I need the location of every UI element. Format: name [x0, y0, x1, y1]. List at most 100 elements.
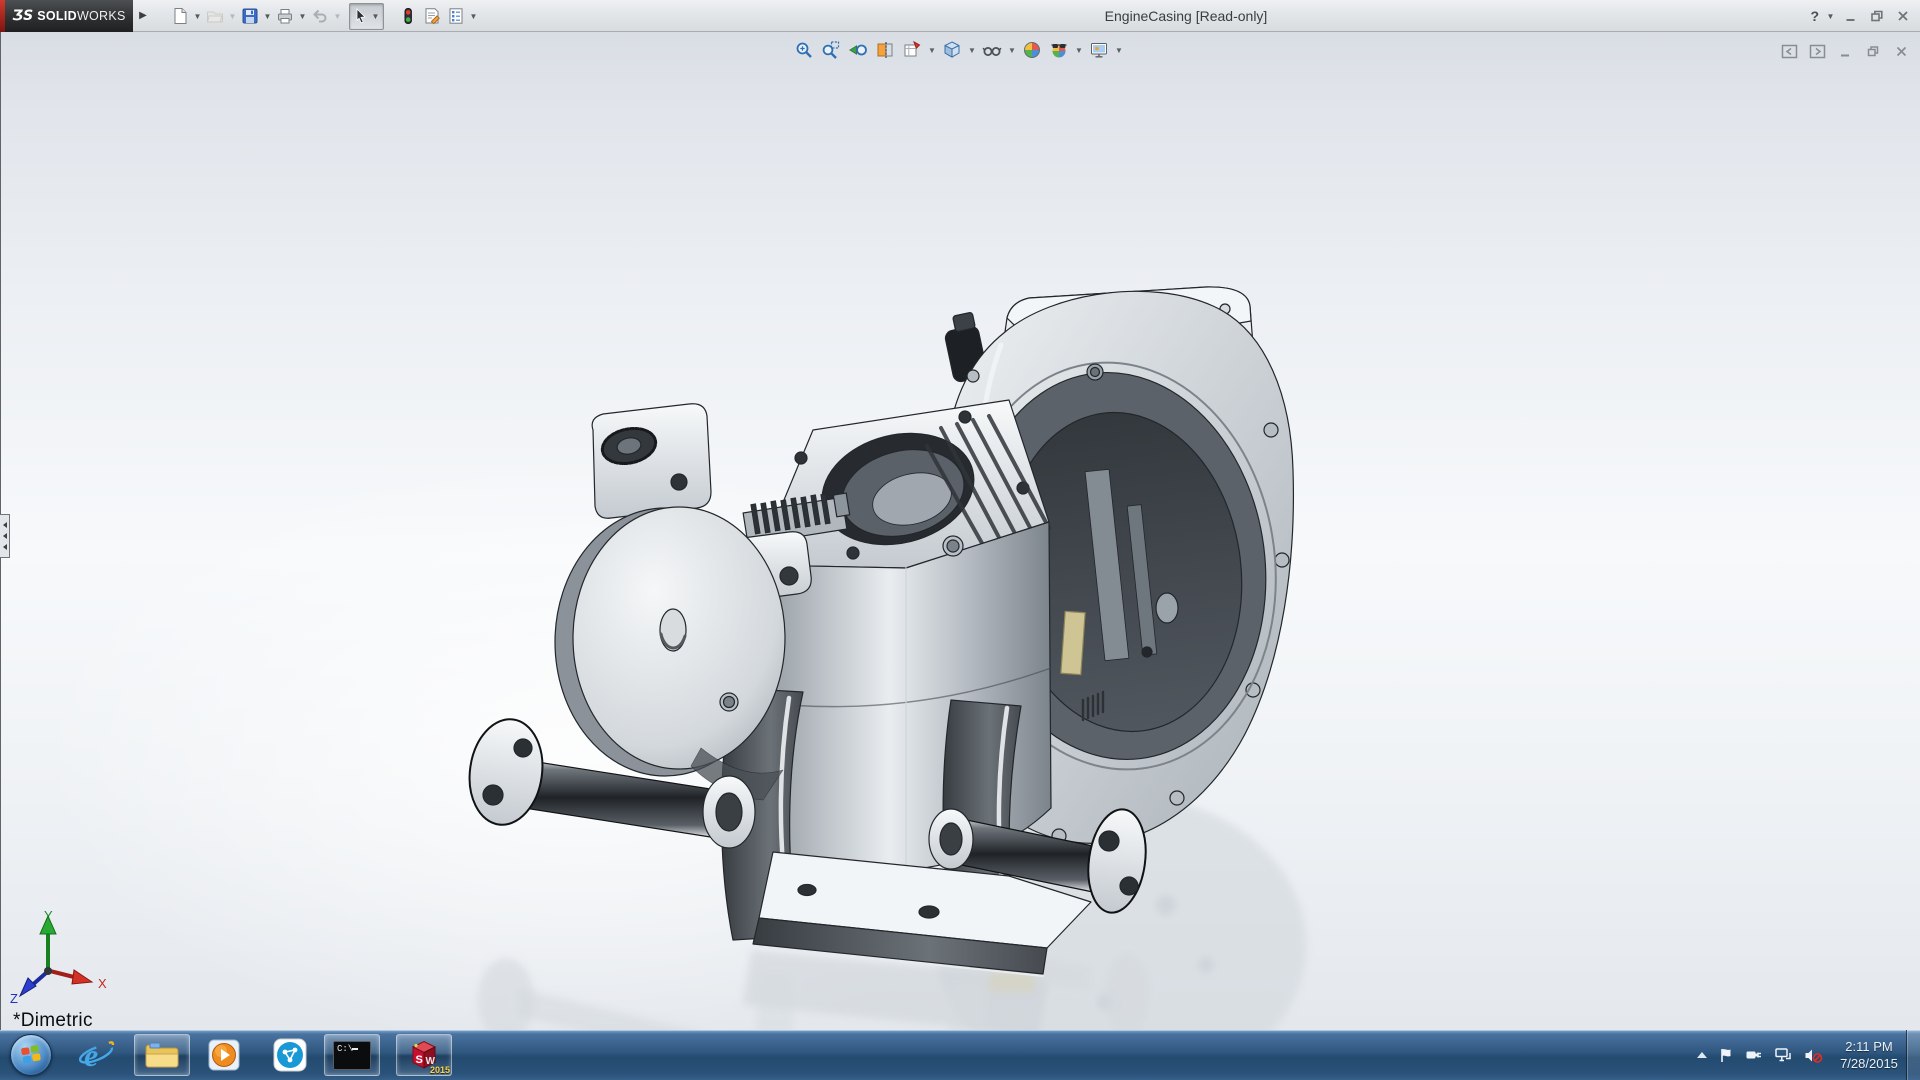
solidworks-logo-text: SOLIDWORKS — [37, 9, 125, 23]
start-button[interactable] — [10, 1034, 52, 1076]
options-list-icon — [447, 7, 465, 25]
select-cursor-icon — [352, 7, 370, 25]
document-window-controls — [1778, 40, 1912, 62]
previous-view-button[interactable] — [846, 38, 870, 62]
new-dropdown-arrow[interactable]: ▼ — [192, 3, 203, 29]
command-prompt-text: C:\ — [337, 1044, 353, 1054]
orientation-triad: Y X Z — [6, 906, 116, 1006]
engine-casing-model[interactable] — [1, 32, 1920, 1030]
taskbar-media-player[interactable] — [204, 1034, 244, 1076]
options-dropdown-arrow[interactable]: ▼ — [468, 3, 479, 29]
display-style-dropdown-arrow[interactable]: ▼ — [1007, 38, 1017, 62]
edit-appearance-ball-icon — [1022, 40, 1042, 60]
select-tool-button[interactable]: ▼ — [349, 3, 384, 30]
taskbar-clock[interactable]: 2:11 PM 7/28/2015 — [1834, 1038, 1904, 1072]
graphics-viewport[interactable] — [0, 32, 1920, 1030]
section-view-icon — [875, 40, 895, 60]
taskbar-command-prompt[interactable]: C:\ — [324, 1034, 380, 1076]
document-title: EngineCasing [Read-only] — [1105, 8, 1268, 24]
view-orientation-label: *Dimetric — [13, 1010, 93, 1032]
show-desktop-button[interactable] — [1906, 1030, 1920, 1080]
title-bar[interactable]: ƷS SOLIDWORKS ▶ ▼ ▼ — [0, 0, 1920, 32]
view-settings-button[interactable] — [1087, 38, 1111, 62]
undo-button[interactable] — [308, 3, 332, 29]
save-floppy-icon — [241, 7, 259, 25]
select-dropdown-arrow[interactable]: ▼ — [370, 3, 381, 29]
file-properties-icon — [423, 7, 441, 25]
media-player-icon — [207, 1038, 241, 1072]
network-icon[interactable] — [1774, 1047, 1792, 1063]
taskbar-solidworks[interactable]: S W 2015 — [396, 1034, 452, 1076]
pane-left-button[interactable] — [1778, 40, 1800, 62]
zoom-to-fit-button[interactable] — [792, 38, 816, 62]
view-orientation-cube-icon — [942, 40, 962, 60]
open-button[interactable] — [203, 3, 227, 29]
show-hidden-icons-button[interactable] — [1697, 1052, 1707, 1058]
svg-text:e: e — [84, 1037, 98, 1073]
clock-time: 2:11 PM — [1834, 1038, 1904, 1055]
view-settings-monitor-icon — [1089, 40, 1109, 60]
print-icon — [276, 7, 294, 25]
save-dropdown-arrow[interactable]: ▼ — [262, 3, 273, 29]
print-dropdown-arrow[interactable]: ▼ — [297, 3, 308, 29]
taskbar-windows-explorer[interactable] — [134, 1034, 190, 1076]
new-document-button[interactable] — [168, 3, 192, 29]
solidworks-year-badge: 2015 — [430, 1065, 450, 1075]
app-window-controls: ? ▼ — [1808, 0, 1914, 32]
open-dropdown-arrow[interactable]: ▼ — [227, 3, 238, 29]
close-button[interactable] — [1892, 5, 1914, 27]
triad-x-label: X — [98, 976, 107, 991]
volume-muted-icon[interactable] — [1803, 1047, 1823, 1064]
internet-explorer-icon: e — [76, 1035, 116, 1075]
headsup-view-toolbar: ▼ ▼ ▼ — [792, 38, 1124, 62]
power-plug-icon[interactable] — [1745, 1047, 1763, 1063]
dassault-logo-mark: ƷS — [12, 8, 33, 24]
gear-bracket-part — [592, 404, 711, 519]
help-button[interactable]: ? — [1808, 8, 1821, 24]
solidworks-logo: ƷS SOLIDWORKS — [5, 0, 133, 32]
view-orientation-dropdown-arrow[interactable]: ▼ — [967, 38, 977, 62]
open-folder-icon — [206, 7, 224, 25]
rebuild-traffic-light-icon — [399, 7, 417, 25]
taskbar-collaboration-app[interactable] — [270, 1034, 310, 1076]
doc-restore-button[interactable] — [1862, 40, 1884, 62]
save-button[interactable] — [238, 3, 262, 29]
system-tray: 2:11 PM 7/28/2015 — [1697, 1030, 1904, 1080]
previous-view-icon — [848, 40, 868, 60]
view-settings-dropdown-arrow[interactable]: ▼ — [1114, 38, 1124, 62]
apply-scene-icon — [1049, 40, 1069, 60]
pane-right-button[interactable] — [1806, 40, 1828, 62]
windows-flag-icon — [19, 1043, 43, 1067]
taskbar-internet-explorer[interactable]: e — [74, 1034, 118, 1076]
display-style-button[interactable] — [980, 38, 1004, 62]
undo-dropdown-arrow[interactable]: ▼ — [332, 3, 343, 29]
annotation-views-dropdown-arrow[interactable]: ▼ — [927, 38, 937, 62]
rebuild-button[interactable] — [396, 3, 420, 29]
view-orientation-button[interactable] — [940, 38, 964, 62]
doc-minimize-button[interactable] — [1834, 40, 1856, 62]
print-button[interactable] — [273, 3, 297, 29]
zoom-to-area-icon — [821, 40, 841, 60]
menu-expand-arrow-icon[interactable]: ▶ — [136, 7, 150, 25]
display-style-glasses-icon — [982, 40, 1002, 60]
options-button[interactable] — [444, 3, 468, 29]
help-dropdown-arrow[interactable]: ▼ — [1825, 3, 1836, 29]
annotation-views-button[interactable] — [900, 38, 924, 62]
collapse-arrow-icon — [3, 544, 7, 550]
featuremanager-splitter-tab[interactable] — [0, 514, 10, 558]
restore-button[interactable] — [1866, 5, 1888, 27]
apply-scene-button[interactable] — [1047, 38, 1071, 62]
zoom-to-area-button[interactable] — [819, 38, 843, 62]
file-properties-button[interactable] — [420, 3, 444, 29]
zoom-to-fit-icon — [794, 40, 814, 60]
apply-scene-dropdown-arrow[interactable]: ▼ — [1074, 38, 1084, 62]
undo-arrow-icon — [311, 7, 329, 25]
section-view-button[interactable] — [873, 38, 897, 62]
action-center-flag-icon[interactable] — [1718, 1047, 1734, 1064]
minimize-button[interactable] — [1840, 5, 1862, 27]
folder-icon — [144, 1040, 180, 1070]
collapse-arrow-icon — [3, 533, 7, 539]
svg-text:S: S — [416, 1054, 423, 1066]
edit-appearance-button[interactable] — [1020, 38, 1044, 62]
doc-close-button[interactable] — [1890, 40, 1912, 62]
